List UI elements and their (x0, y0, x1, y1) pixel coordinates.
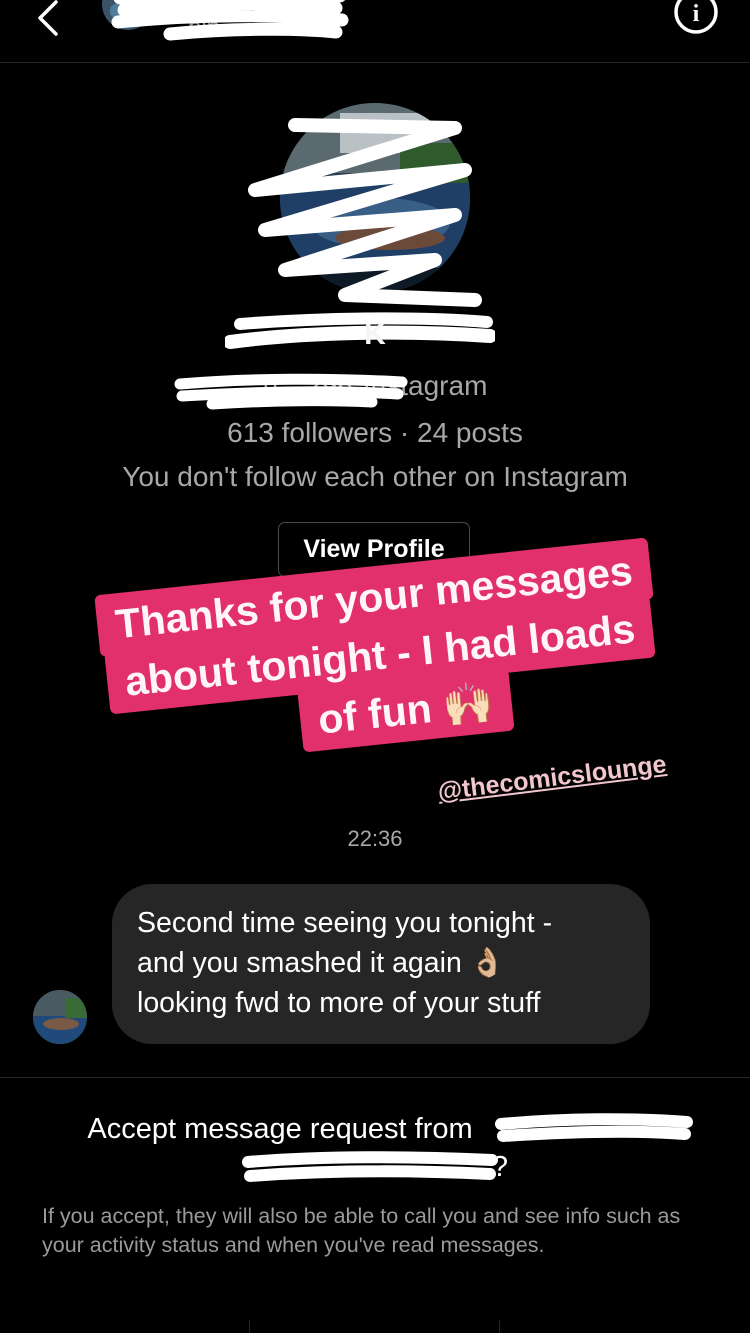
mention-sticker[interactable]: @thecomicslounge (436, 750, 668, 807)
svg-text:i: i (693, 1, 700, 27)
profile-name: K (364, 318, 386, 351)
header-handle: nin… …6 (188, 14, 289, 41)
accept-request-title-line2: ? (491, 1151, 509, 1183)
sender-avatar[interactable] (33, 990, 87, 1044)
posts-count: 24 posts (417, 417, 523, 448)
follow-status-note: You don't follow each other on Instagram (122, 461, 628, 492)
info-icon[interactable]: i (672, 0, 720, 36)
profile-stats: 613 followers · 24 posts (0, 417, 750, 449)
message-timestamp: 22:36 (347, 826, 403, 851)
story-text-sticker: Thanks for your messages about tonight -… (47, 533, 712, 778)
followers-count: 613 followers (227, 417, 393, 448)
accept-request-title: Accept message request from ? (30, 1110, 720, 1186)
message-bubble[interactable]: Second time seeing you tonight - and you… (112, 884, 650, 1044)
accept-request-title-line1: Accept message request from (87, 1113, 473, 1145)
profile-platform: Instagram (362, 370, 488, 401)
message-line-1: Second time seeing you tonight - (137, 907, 553, 939)
accept-request-description: If you accept, they will also be able to… (42, 1204, 681, 1257)
profile-handle-line: n…296 Instagram (0, 370, 750, 402)
message-line-3: looking fwd to more of your stuff (137, 987, 541, 1019)
stats-separator: · (399, 417, 410, 448)
profile-handle: n…296 (262, 370, 353, 401)
message-line-2: and you smashed it again 👌🏼 (137, 947, 506, 979)
request-actions-bar (0, 1320, 750, 1333)
profile-avatar[interactable] (280, 103, 470, 293)
header-avatar[interactable] (102, 0, 154, 30)
divider (0, 1077, 750, 1078)
conversation-header: l Perez nin… …6 i (0, 0, 750, 63)
back-chevron-icon[interactable] (28, 0, 68, 36)
